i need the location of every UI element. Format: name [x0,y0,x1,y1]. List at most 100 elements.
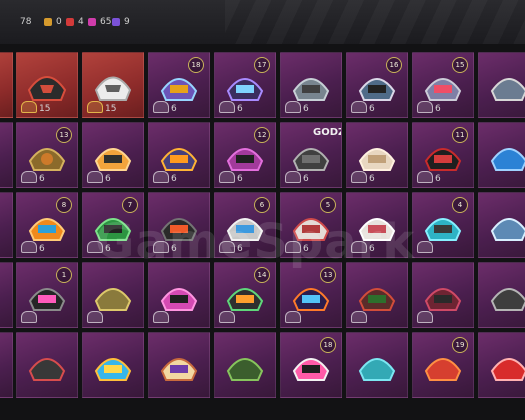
tier-icon [219,171,235,183]
helmet-icon [28,288,66,311]
helmet-icon [490,288,525,311]
red-square-icon [66,18,74,26]
helmet-card-23[interactable] [82,262,144,328]
helmet-card-27[interactable] [346,262,408,328]
helmet-icon [226,218,264,241]
helmet-card-26[interactable]: 13 [280,262,342,328]
helmet-card-33[interactable]: 18 [280,332,342,398]
helmet-card-6[interactable]: 16 6 [346,52,408,118]
tier-icon [285,171,301,183]
helmet-card-8[interactable]: 13 6 [16,122,78,188]
helmet-icon [424,218,462,241]
helmet-icon [292,218,330,241]
helmet-card-25[interactable]: 14 [214,262,276,328]
helmet-icon [424,288,462,311]
helmet-card-4[interactable]: 17 6 [214,52,276,118]
helmet-card-partial-left-5[interactable] [0,332,13,398]
helmet-card-partial-left-2[interactable] [0,122,13,188]
tier-icon [285,101,301,113]
helmet-card-partial-left-3[interactable] [0,192,13,258]
helmet-card-3[interactable]: 18 6 [148,52,210,118]
helmet-icon [94,218,132,241]
helmet-icon [292,78,330,101]
helmet-card-1[interactable]: 15 [16,52,78,118]
helmet-icon [358,358,396,381]
helmet-card-partial-right-2[interactable] [478,122,525,188]
helmet-card-30[interactable] [82,332,144,398]
stat-pink: 65 [88,16,111,28]
topbar-decoration [225,0,525,44]
helmet-card-32[interactable] [214,332,276,398]
helmet-card-5[interactable]: 6 [280,52,342,118]
inventory-topbar: 78 0 4 65 9 [0,0,525,44]
tier-icon [21,171,37,183]
helmet-card-partial-left-1[interactable] [0,52,13,118]
helmet-card-31[interactable] [148,332,210,398]
helmet-card-17[interactable]: 6 [148,192,210,258]
helmet-icon [358,148,396,171]
helmet-icon [424,148,462,171]
helmet-icon [28,148,66,171]
tier-icon [417,171,433,183]
helmet-icon [226,288,264,311]
orange-square-icon [44,18,52,26]
tier-icon [21,311,37,323]
helmet-icon [160,78,198,101]
helmet-card-22[interactable]: 1 [16,262,78,328]
helmet-card-14[interactable]: 11 6 [412,122,474,188]
tier-icon [153,241,169,253]
helmet-card-34[interactable] [346,332,408,398]
helmet-icon [94,358,132,381]
helmet-icon [160,218,198,241]
helmet-card-15[interactable]: 8 6 [16,192,78,258]
helmet-icon [490,148,525,171]
helmet-card-10[interactable]: 6 [148,122,210,188]
item-count: 78 [20,17,32,27]
helmet-grid[interactable]: 15 15 18 6 17 6 6 1 6 6 15 6 13 6 6 6 12 … [0,44,525,420]
helmet-icon [160,358,198,381]
tier-icon [87,101,103,113]
helmet-card-18[interactable]: 6 6 [214,192,276,258]
helmet-card-24[interactable] [148,262,210,328]
stat-red: 4 [66,16,84,28]
helmet-card-11[interactable]: 12 6 [214,122,276,188]
helmet-card-2[interactable]: 15 [82,52,144,118]
tier-icon [219,101,235,113]
helmet-card-7[interactable]: 15 6 [412,52,474,118]
helmet-card-partial-right-1[interactable] [478,52,525,118]
pink-square-icon [88,18,96,26]
stat-orange: 0 [44,16,62,28]
tier-icon [351,241,367,253]
tier-icon [351,311,367,323]
helmet-card-35[interactable]: 19 [412,332,474,398]
helmet-card-20[interactable]: 6 [346,192,408,258]
helmet-icon [490,78,525,101]
helmet-icon [424,358,462,381]
helmet-card-partial-right-3[interactable] [478,192,525,258]
helmet-icon [292,358,330,381]
tier-icon [417,241,433,253]
helmet-card-29[interactable] [16,332,78,398]
helmet-icon [358,288,396,311]
tier-icon [87,241,103,253]
helmet-icon [27,76,67,101]
helmet-card-partial-right-5[interactable] [478,332,525,398]
tier-icon [351,101,367,113]
tier-icon [417,101,433,113]
helmet-card-16[interactable]: 7 6 [82,192,144,258]
helmet-card-9[interactable]: 6 [82,122,144,188]
helmet-icon [160,148,198,171]
tier-icon [21,101,37,113]
helmet-card-28[interactable] [412,262,474,328]
tier-icon [153,101,169,113]
tier-icon [417,311,433,323]
helmet-card-19[interactable]: 5 6 [280,192,342,258]
tier-icon [21,241,37,253]
helmet-card-21[interactable]: 4 [412,192,474,258]
helmet-card-13[interactable]: 6 [346,122,408,188]
helmet-card-12[interactable]: GODZILLA 6 [280,122,342,188]
helmet-card-partial-right-4[interactable] [478,262,525,328]
helmet-card-partial-left-4[interactable] [0,262,13,328]
helmet-icon [292,148,330,171]
helmet-icon [160,288,198,311]
